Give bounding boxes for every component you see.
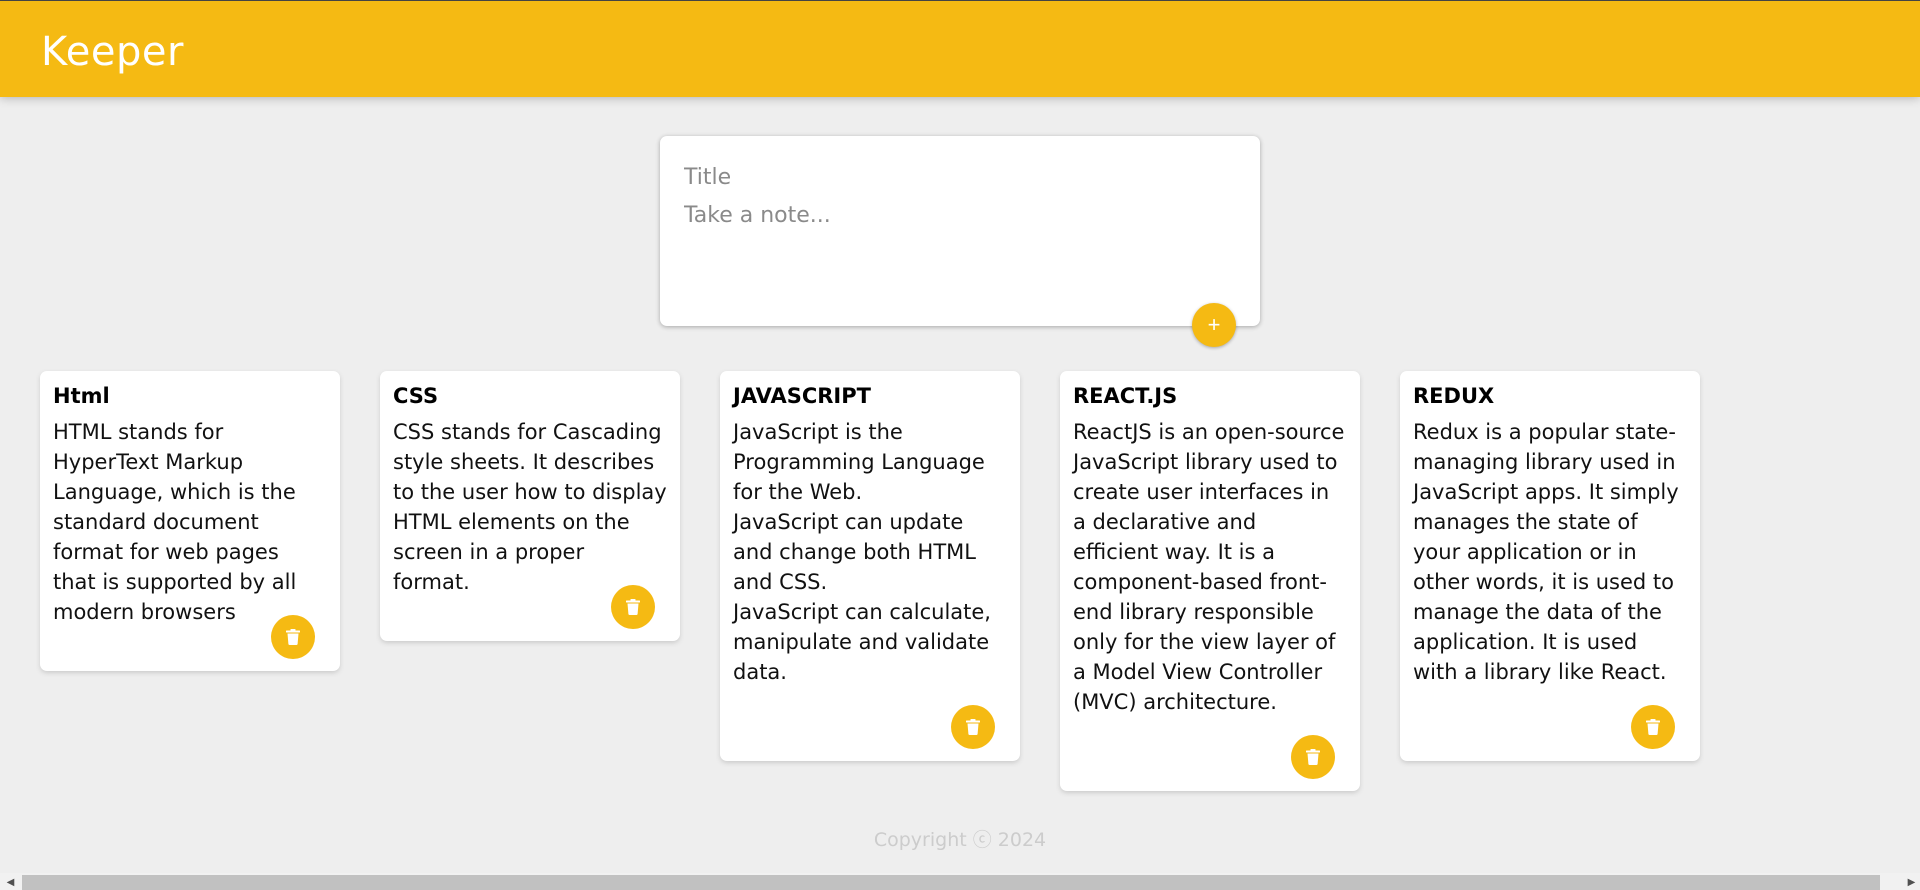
page-footer: Copyright ⓒ 2024 xyxy=(0,825,1920,852)
note-content: CSS stands for Cascading style sheets. I… xyxy=(393,420,667,594)
trash-icon xyxy=(1306,749,1320,765)
note-content: HTML stands for HyperText Markup Languag… xyxy=(53,420,297,624)
delete-note-button[interactable] xyxy=(271,615,315,659)
trash-icon xyxy=(1646,719,1660,735)
scrollbar-thumb[interactable] xyxy=(22,875,1880,890)
note-card-javascript: JAVASCRIPT JavaScript is the Programming… xyxy=(720,371,1020,761)
add-note-button[interactable]: + xyxy=(1192,303,1236,347)
plus-icon: + xyxy=(1207,312,1221,337)
app-title: Keeper xyxy=(41,29,184,75)
note-title-input[interactable] xyxy=(684,162,1234,192)
note-card-css: CSS CSS stands for Cascading style sheet… xyxy=(380,371,680,641)
delete-note-button[interactable] xyxy=(1631,705,1675,749)
delete-note-button[interactable] xyxy=(951,705,995,749)
note-title: REACT.JS xyxy=(1073,384,1178,408)
note-card-reactjs: REACT.JS ReactJS is an open-source JavaS… xyxy=(1060,371,1360,791)
note-card-redux: REDUX Redux is a popular state-managing … xyxy=(1400,371,1700,761)
scroll-right-icon[interactable]: ▶ xyxy=(1903,875,1920,890)
note-content-input[interactable] xyxy=(684,203,1234,293)
scroll-left-icon[interactable]: ◀ xyxy=(2,875,19,890)
note-title: REDUX xyxy=(1413,384,1495,408)
trash-icon xyxy=(286,629,300,645)
create-note-form xyxy=(660,136,1260,326)
note-content: ReactJS is an open-source JavaScript lib… xyxy=(1073,420,1345,714)
note-title: JAVASCRIPT xyxy=(733,384,871,408)
note-content: Redux is a popular state-managing librar… xyxy=(1413,420,1679,684)
trash-icon xyxy=(966,719,980,735)
horizontal-scrollbar[interactable]: ◀ ▶ xyxy=(0,873,1920,890)
delete-note-button[interactable] xyxy=(611,585,655,629)
note-title: CSS xyxy=(393,384,439,408)
delete-note-button[interactable] xyxy=(1291,735,1335,779)
note-title: Html xyxy=(53,384,110,408)
note-content: JavaScript is the Programming Language f… xyxy=(733,420,991,684)
trash-icon xyxy=(626,599,640,615)
note-card-html: Html HTML stands for HyperText Markup La… xyxy=(40,371,340,671)
app-header: Keeper xyxy=(0,0,1920,97)
copyright-text: Copyright ⓒ 2024 xyxy=(873,829,1047,851)
